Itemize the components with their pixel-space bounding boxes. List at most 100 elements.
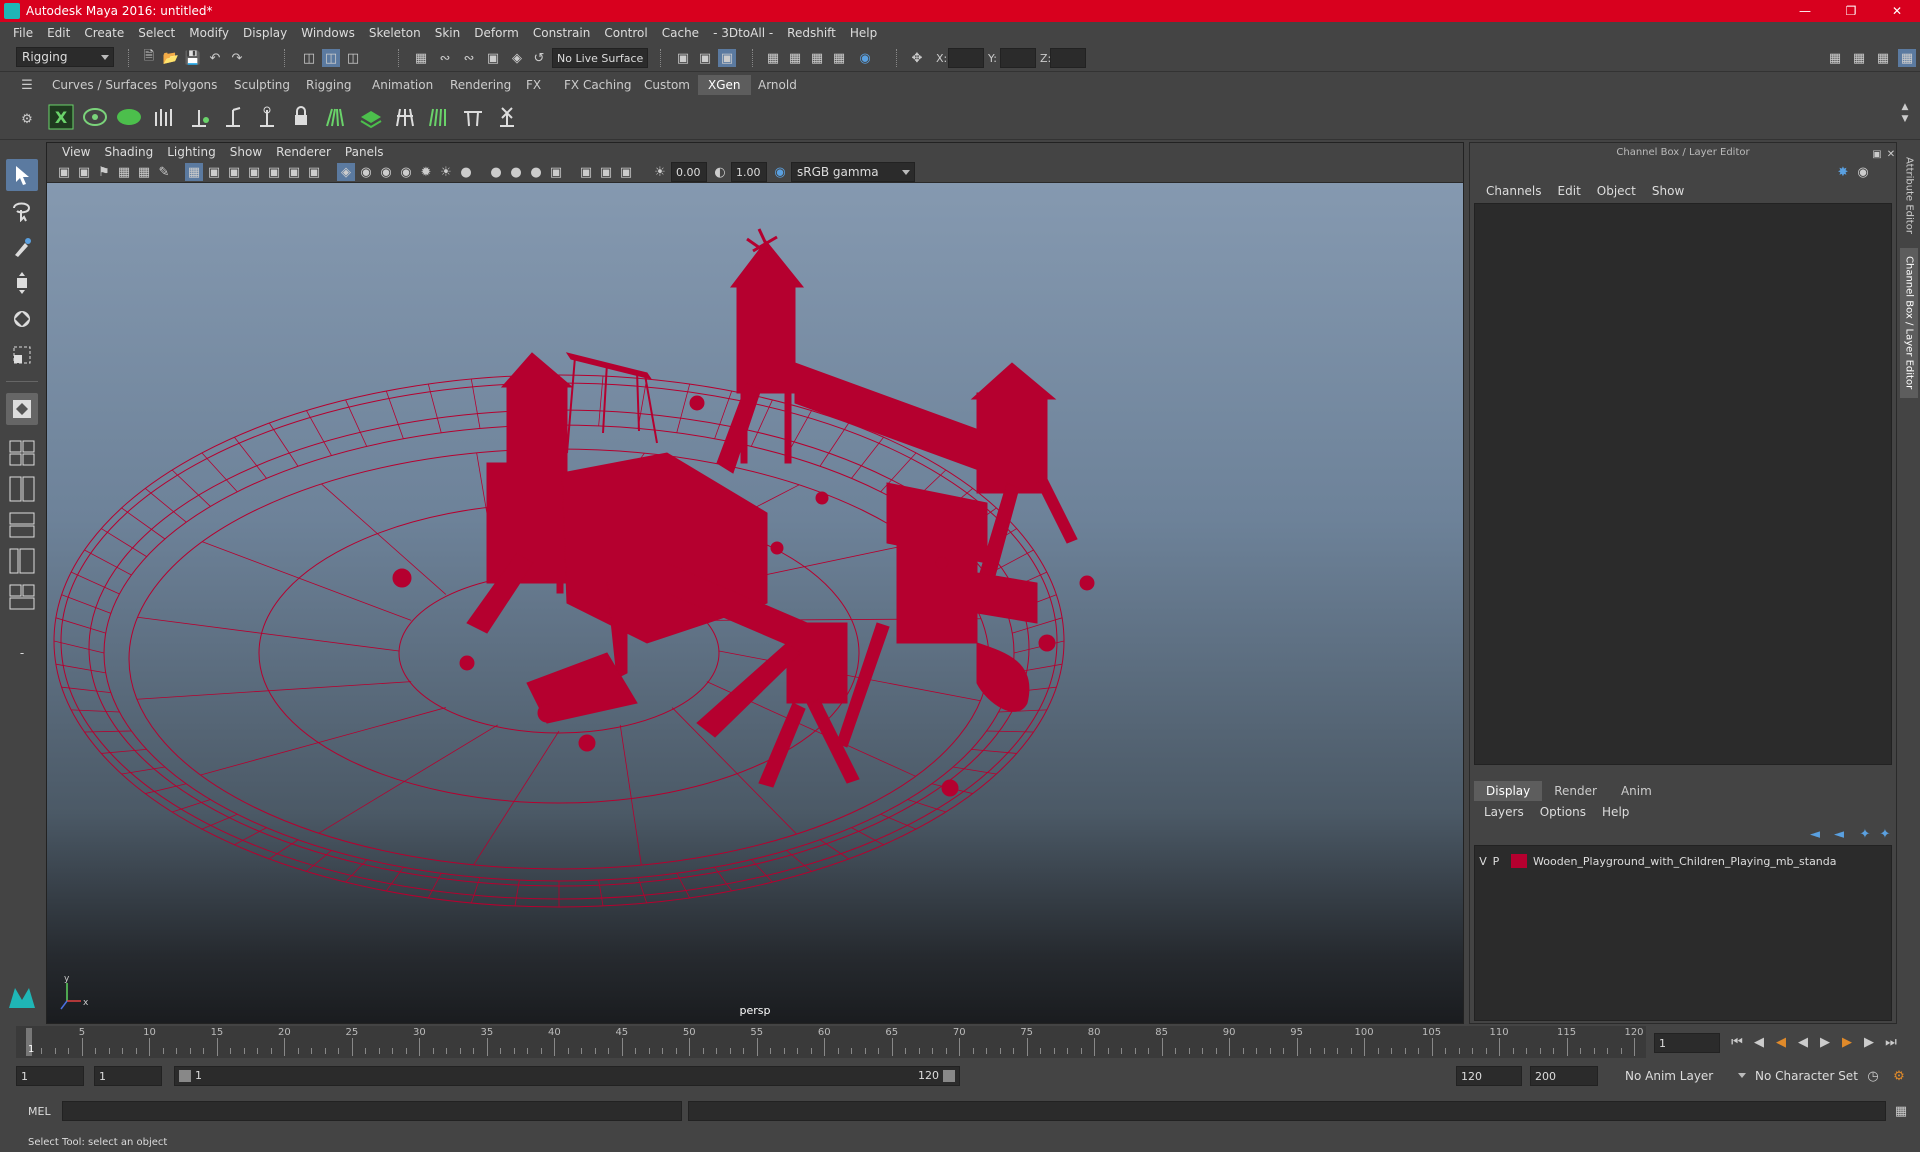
start-time-field[interactable]: 1 [16,1066,84,1086]
range-start-handle[interactable] [179,1070,191,1082]
redo-icon[interactable]: ↷ [228,49,246,67]
image-plane-icon[interactable]: ▦ [115,163,133,181]
depth-of-field-icon[interactable]: ● [527,163,545,181]
move-tool-icon[interactable] [6,267,38,299]
snap-view-icon[interactable]: ▣ [484,49,502,67]
cb-menu-edit[interactable]: Edit [1550,184,1589,198]
vp-menu-panels[interactable]: Panels [338,145,391,159]
close-icon[interactable]: ✕ [1874,0,1920,22]
tab-xgen[interactable]: XGen [698,75,751,95]
xgen-sculpt-guide-icon[interactable] [218,101,248,133]
tab-attribute-editor[interactable]: Attribute Editor [1900,150,1918,240]
end-time-field[interactable]: 200 [1530,1066,1598,1086]
snap-surface-icon[interactable]: ◈ [508,49,526,67]
select-component-icon[interactable]: ◫ [344,49,362,67]
xgen-description-icon[interactable] [80,101,110,133]
ipr-render-icon[interactable]: ▦ [808,49,826,67]
render-frame-icon[interactable]: ▦ [786,49,804,67]
anti-aliasing-icon[interactable]: ● [507,163,525,181]
new-scene-icon[interactable]: 🗎 [140,49,158,67]
render-view-icon[interactable]: ▦ [764,49,782,67]
persp-outliner-layout-icon[interactable] [6,545,38,577]
tab-rigging[interactable]: Rigging [296,75,361,95]
menuset-dropdown[interactable]: Rigging [16,47,114,67]
animation-preferences-icon[interactable]: ⚙ [1890,1067,1908,1085]
le-menu-layers[interactable]: Layers [1476,805,1532,819]
le-menu-options[interactable]: Options [1532,805,1594,819]
isolate-select-icon[interactable]: ▣ [547,163,565,181]
2d-pan-zoom-icon[interactable]: ▦ [135,163,153,181]
vp-menu-renderer[interactable]: Renderer [269,145,338,159]
layer-playback-toggle[interactable]: P [1489,855,1503,868]
character-set-dropdown[interactable]: No Character Set [1750,1066,1870,1086]
use-all-lights-icon[interactable]: ✹ [417,163,435,181]
auto-key-icon[interactable]: ◷ [1864,1067,1882,1085]
grease-pencil-icon[interactable]: ✎ [155,163,173,181]
xgen-layers-icon[interactable] [356,101,386,133]
four-view-layout-icon[interactable] [6,437,38,469]
command-language-label[interactable]: MEL [28,1105,51,1118]
z-field[interactable] [1050,48,1086,68]
playback-end-field[interactable]: 120 [1456,1066,1522,1086]
xgen-interactive-groom-icon[interactable] [390,101,420,133]
menu-edit[interactable]: Edit [40,26,77,40]
smooth-shade-icon[interactable]: ◉ [357,163,375,181]
menu-create[interactable]: Create [77,26,131,40]
exposure-icon[interactable]: ☀ [651,163,669,181]
persp-graph-layout-icon[interactable] [6,509,38,541]
channel-box-mode-icon[interactable]: ✸ [1834,163,1852,181]
layer-row[interactable]: V P Wooden_Playground_with_Children_Play… [1477,852,1887,870]
move-layer-up-icon[interactable]: ◄ [1806,825,1824,843]
tab-display[interactable]: Display [1474,781,1543,801]
xgen-leaf-icon[interactable] [114,101,144,133]
undo-icon[interactable]: ↶ [206,49,224,67]
menu-control[interactable]: Control [597,26,654,40]
shelf-menu-icon[interactable]: ☰ [18,76,36,94]
rotate-tool-icon[interactable] [6,303,38,335]
new-empty-layer-icon[interactable]: ✦ [1856,825,1874,843]
menu-constrain[interactable]: Constrain [526,26,598,40]
vp-menu-view[interactable]: View [55,145,97,159]
step-back-frame-icon[interactable]: ◀ [1772,1033,1790,1051]
side-by-side-layout-icon[interactable] [6,473,38,505]
tool-settings-icon[interactable]: ▦ [1874,49,1892,67]
resolution-gate-icon[interactable]: ▣ [225,163,243,181]
vp-menu-shading[interactable]: Shading [97,145,160,159]
new-layer-from-selected-icon[interactable]: ✦ [1876,825,1894,843]
shelf-options-icon[interactable]: ⚙ [18,110,36,128]
range-slider[interactable]: 1 120 [174,1066,960,1086]
gamma-field[interactable]: 1.00 [731,162,767,182]
xgen-length-icon[interactable] [252,101,282,133]
xray-icon[interactable]: ▣ [577,163,595,181]
menu-file[interactable]: File [6,26,40,40]
xgen-editor-icon[interactable]: X [46,101,76,133]
command-input[interactable] [62,1101,682,1121]
menu-redshift[interactable]: Redshift [780,26,843,40]
channel-box-option-icon[interactable]: ◉ [1854,163,1872,181]
tab-rendering[interactable]: Rendering [440,75,521,95]
menu-windows[interactable]: Windows [294,26,362,40]
select-tool-icon[interactable] [6,159,38,191]
play-forwards-icon[interactable]: ▶ [1816,1033,1834,1051]
snap-grid-icon[interactable]: ▦ [412,49,430,67]
exposure-field[interactable]: 0.00 [671,162,707,182]
tab-arnold[interactable]: Arnold [748,75,807,95]
shadows-icon[interactable]: ☀ [437,163,455,181]
xgen-comb-icon[interactable] [424,101,454,133]
gamma-icon[interactable]: ◐ [711,163,729,181]
y-field[interactable] [1000,48,1036,68]
color-management-icon[interactable]: ◉ [771,163,789,181]
move-layer-down-icon[interactable]: ◄ [1830,825,1848,843]
tab-sculpting[interactable]: Sculpting [224,75,300,95]
xray-joints-icon[interactable]: ▣ [617,163,635,181]
make-live-icon[interactable]: ↺ [530,49,548,67]
channel-box-area[interactable] [1474,203,1892,765]
xgen-lock-icon[interactable] [286,101,316,133]
xgen-cut-icon[interactable] [458,101,488,133]
select-object-icon[interactable]: ◫ [322,49,340,67]
outliner-persp-layout-icon[interactable] [6,581,38,613]
safe-title-icon[interactable]: ▣ [305,163,323,181]
transform-mode-icon[interactable]: ✥ [908,49,926,67]
live-surface-field[interactable]: No Live Surface [552,48,648,68]
construction-history-icon[interactable]: ▣ [718,49,736,67]
